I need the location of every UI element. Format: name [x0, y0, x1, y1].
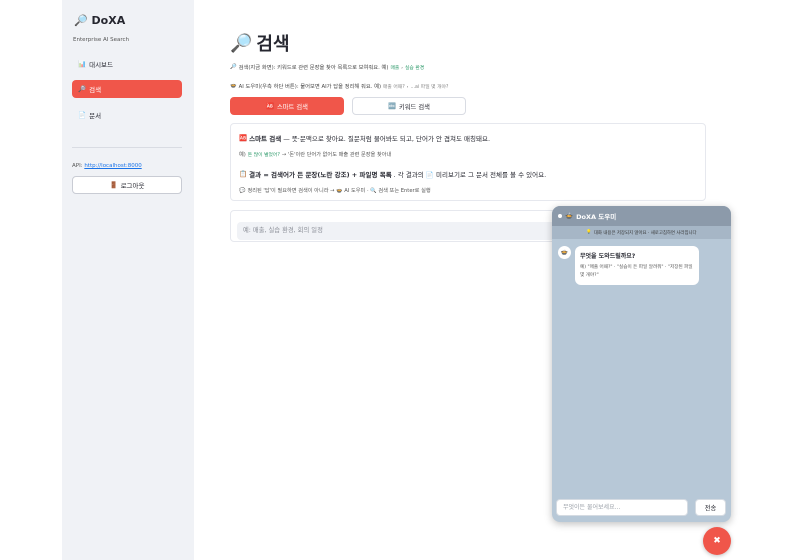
logout-button[interactable]: 🚪 로그아웃 [72, 176, 182, 194]
chat-title: DoXA 도우미 [576, 213, 617, 221]
info-line: 🆎 스마트 검색 — 뜻·문맥으로 찾아요. 질문처럼 물어봐도 되고, 단어가… [239, 133, 490, 143]
info-bold: 스마트 검색 [249, 135, 282, 143]
page-title: 🔎 검색 [230, 30, 290, 56]
magnifier-icon: 🔎 [230, 64, 237, 70]
ab-icon: 🆎 [239, 134, 248, 142]
ab-icon: 🆎 [266, 103, 274, 110]
separator: , [406, 83, 409, 89]
status-dot-icon [558, 214, 562, 218]
separator: , [401, 64, 403, 70]
pot-icon: 🍲 [560, 249, 569, 256]
brand-logo: 🔎 DoXA [74, 14, 184, 27]
example-chip: ...ai 파일 몇 개야? [410, 84, 449, 90]
bot-message: 🍲 무엇을 도와드릴까요? 예) "매출 어때?" · "실습이 든 파일 알려… [558, 246, 699, 285]
sidebar-item-search[interactable]: 🔎 검색 [72, 80, 182, 98]
info-line: 예) 돈 많이 벌었어? → '돈'이란 단어가 없어도 매출 관련 문장을 찾… [239, 151, 391, 158]
close-icon: ✖ [713, 536, 721, 546]
info-text: — 뜻·문맥으로 찾아요. 질문처럼 물어봐도 되고, 단어가 안 겹쳐도 매칭… [283, 135, 491, 143]
example-chip: 매출 [390, 65, 400, 71]
chat-notice-text: 대화 내용은 저장되지 않아요 · 새로고침하면 사라집니다 [593, 230, 697, 236]
abc-icon: 🔤 [388, 103, 396, 110]
chat-panel: 🍲 DoXA 도우미 💡 대화 내용은 저장되지 않아요 · 새로고침하면 사라… [552, 206, 731, 522]
lightbulb-icon: 💡 [586, 230, 592, 235]
info-bold: 결과 = 검색어가 든 문장(노란 강조) + 파일명 목록 [249, 171, 392, 179]
message-bubble: 무엇을 도와드릴까요? 예) "매출 어때?" · "실습이 든 파일 알려줘"… [575, 246, 699, 285]
page-title-text: 검색 [256, 34, 290, 55]
magnifier-icon: 🔎 [78, 85, 87, 93]
example-chip: 돈 많이 벌었어? [247, 153, 280, 158]
info-text: → '돈'이란 단어가 없어도 매출 관련 문장을 찾아내 [281, 152, 392, 158]
api-label: API: [72, 163, 83, 169]
sidebar-item-documents[interactable]: 📄 문서 [72, 106, 182, 124]
assistant-description: 🍲 AI 도우미(우측 하단 버튼): 물어보면 AI가 답을 정리해 줘요. … [230, 82, 448, 90]
chat-input[interactable] [556, 499, 688, 516]
logout-label: 로그아웃 [120, 182, 145, 190]
send-button[interactable]: 전송 [695, 499, 726, 516]
brand-name: DoXA [91, 14, 126, 27]
info-text: . 각 결과의 📄 미리보기로 그 문서 전체를 볼 수 있어요. [393, 171, 547, 179]
speech-bubble-icon: 💬 [239, 187, 246, 194]
pot-icon: 🍲 [230, 83, 237, 89]
search-description: 🔎 검색(지금 화면): 키워드로 관련 문장을 찾아 목록으로 보여줘요. 예… [230, 63, 424, 71]
info-line: 💬 정리된 '답'이 필요하면 검색이 아니라 → 🍲 AI 도우미 · 🔍 검… [239, 187, 431, 195]
info-prefix: 예) [239, 152, 246, 158]
door-icon: 🚪 [109, 181, 118, 189]
smart-search-info: 🆎 스마트 검색 — 뜻·문맥으로 찾아요. 질문처럼 물어봐도 되고, 단어가… [230, 123, 706, 201]
chat-toggle-button[interactable]: ✖ [703, 527, 731, 555]
info-text: 정리된 '답'이 필요하면 검색이 아니라 → 🍲 AI 도우미 · 🔍 검색 … [247, 188, 431, 194]
sidebar-divider [72, 147, 182, 148]
pot-icon: 🍲 [565, 212, 574, 220]
sidebar: 🔎 DoXA Enterprise AI Search 📊 대시보드 🔎 검색 … [62, 0, 194, 560]
tab-keyword-search[interactable]: 🔤 키워드 검색 [352, 97, 466, 115]
brand-subtitle: Enterprise AI Search [73, 37, 130, 43]
tab-label: 키워드 검색 [398, 103, 430, 111]
magnifier-icon: 🔎 [74, 14, 88, 27]
search-description-text: 검색(지금 화면): 키워드로 관련 문장을 찾아 목록으로 보여줘요. 예) [238, 65, 389, 71]
chat-notice: 💡 대화 내용은 저장되지 않아요 · 새로고침하면 사라집니다 [552, 226, 731, 239]
document-icon: 📄 [78, 111, 87, 119]
sidebar-item-label: 문서 [89, 112, 102, 120]
example-chip: 매출 어때? [383, 84, 405, 90]
tab-smart-search[interactable]: 🆎 스마트 검색 [230, 97, 344, 115]
sidebar-item-label: 검색 [89, 86, 102, 94]
sidebar-item-label: 대시보드 [89, 61, 114, 69]
info-line: 📋 결과 = 검색어가 든 문장(노란 강조) + 파일명 목록 . 각 결과의… [239, 169, 546, 179]
bot-avatar: 🍲 [558, 246, 571, 259]
tab-label: 스마트 검색 [276, 103, 308, 111]
bubble-text: 예) "매출 어때?" · "실습이 든 파일 알려줘" · "저장된 파일 몇… [580, 265, 693, 278]
chart-icon: 📊 [78, 60, 87, 68]
api-info: API: http://localhost:8000 [72, 163, 184, 169]
clipboard-icon: 📋 [239, 170, 248, 178]
api-link[interactable]: http://localhost:8000 [84, 163, 141, 169]
example-chip: 실습 환경 [404, 65, 425, 71]
bubble-title: 무엇을 도와드릴까요? [580, 253, 636, 260]
chat-header: 🍲 DoXA 도우미 [552, 206, 731, 226]
assistant-description-text: AI 도우미(우측 하단 버튼): 물어보면 AI가 답을 정리해 줘요. 예) [238, 84, 382, 90]
sidebar-item-dashboard[interactable]: 📊 대시보드 [72, 55, 182, 73]
magnifier-icon: 🔎 [230, 32, 253, 54]
